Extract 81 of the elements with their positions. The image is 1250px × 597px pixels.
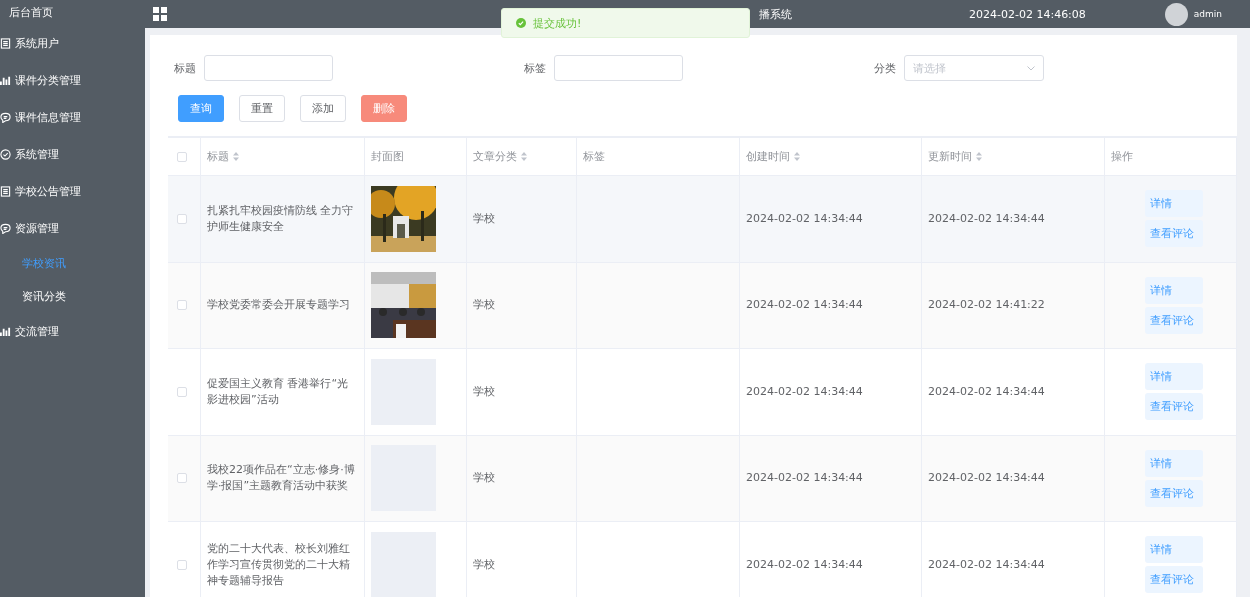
filter-label: 标题	[174, 60, 196, 76]
checkbox[interactable]	[177, 151, 187, 162]
action-button[interactable]: 查询	[178, 95, 224, 122]
menu-item[interactable]: 课件信息管理	[0, 99, 145, 136]
table-cell: 学校	[473, 297, 495, 314]
table-cell: 学校	[473, 470, 495, 487]
bar-chart-icon	[0, 75, 11, 86]
table-cell: 2024-02-02 14:41:22	[928, 297, 1045, 314]
row-action-button[interactable]: 详情	[1145, 536, 1203, 564]
sort-icon[interactable]	[794, 152, 800, 161]
submenu-item[interactable]: 资讯分类	[0, 280, 145, 313]
input-field[interactable]	[554, 55, 683, 81]
sort-icon[interactable]	[976, 152, 982, 161]
row-action-button[interactable]: 查看评论	[1145, 393, 1203, 421]
table-cell: 2024-02-02 14:34:44	[746, 556, 863, 573]
table-cell: 学校	[473, 210, 495, 227]
column-header: 封面图	[371, 148, 404, 165]
menu-item[interactable]: 交流管理	[0, 313, 145, 350]
checkbox[interactable]	[177, 300, 187, 311]
action-button[interactable]: 删除	[361, 95, 407, 122]
action-button[interactable]: 重置	[239, 95, 285, 122]
row-action-button[interactable]: 查看评论	[1145, 220, 1203, 248]
row-action-button[interactable]: 查看评论	[1145, 479, 1203, 507]
row-action-button[interactable]: 详情	[1145, 363, 1203, 391]
table-cell: 2024-02-02 14:34:44	[746, 297, 863, 314]
menu-item[interactable]: 系统用户	[0, 25, 145, 62]
row-action-button[interactable]: 详情	[1145, 449, 1203, 477]
menu-item[interactable]: 系统管理	[0, 136, 145, 173]
grid-icon[interactable]	[153, 7, 167, 21]
checkbox[interactable]	[177, 473, 187, 484]
column-header: 操作	[1111, 148, 1133, 165]
menu-item[interactable]: 后台首页	[0, 0, 145, 25]
column-header: 创建时间	[746, 148, 790, 165]
column-header: 更新时间	[928, 148, 972, 165]
column-header: 文章分类	[473, 148, 517, 165]
row-action-button[interactable]: 查看评论	[1145, 566, 1203, 594]
table-cell: 学校党委常委会开展专题学习	[207, 297, 350, 314]
row-action-button[interactable]: 查看评论	[1145, 306, 1203, 334]
bar-chart-icon	[0, 326, 11, 337]
menu-item[interactable]: 资源管理	[0, 210, 145, 247]
table-cell: 2024-02-02 14:34:44	[746, 210, 863, 227]
table-cell-text: 促爱国主义教育 香港举行“光影进校园”活动	[207, 375, 350, 408]
table-cell: 学校	[473, 383, 495, 400]
row-action-button[interactable]: 详情	[1145, 276, 1203, 304]
chat-icon	[0, 112, 11, 123]
filter-label: 分类	[874, 60, 896, 76]
table-cell-text: 扎紧扎牢校园疫情防线 全力守护师生健康安全	[207, 202, 355, 235]
date-time: 2024-02-02 14:46:08	[969, 7, 1086, 21]
filter-label: 标签	[524, 60, 546, 76]
submenu-item[interactable]: 学校资讯	[0, 247, 145, 280]
table-cell: 2024-02-02 14:34:44	[928, 556, 1045, 573]
list-icon	[0, 186, 11, 197]
check-circle-icon	[0, 149, 11, 160]
table-cell: 2024-02-02 14:34:44	[746, 470, 863, 487]
column-header: 标题	[207, 148, 229, 165]
list-icon	[0, 38, 11, 49]
toast-message: 提交成功!	[533, 15, 582, 31]
menu-item[interactable]: 学校公告管理	[0, 173, 145, 210]
sort-icon[interactable]	[233, 152, 239, 161]
checkbox[interactable]	[177, 559, 187, 570]
row-action-button[interactable]: 详情	[1145, 190, 1203, 218]
sort-icon[interactable]	[521, 152, 527, 161]
input-field[interactable]	[204, 55, 333, 81]
system-title: 播系统	[759, 6, 792, 22]
table-cell: 学校	[473, 556, 495, 573]
table-cell: 2024-02-02 14:34:44	[928, 210, 1045, 227]
check-circle-icon	[516, 18, 526, 28]
chevron-down-icon	[1027, 65, 1035, 71]
avatar[interactable]	[1164, 2, 1188, 26]
table-cell-text: 我校22项作品在“立志·修身·博学·报国”主题教育活动中获奖	[207, 462, 356, 495]
column-header: 标签	[583, 148, 605, 165]
checkbox[interactable]	[177, 386, 187, 397]
chat-icon	[0, 223, 11, 234]
table-cell-text: 党的二十大代表、校长刘雅红作学习宣传贯彻党的二十大精神专题辅导报告	[207, 540, 351, 589]
action-button[interactable]: 添加	[300, 95, 346, 122]
username[interactable]: admin	[1193, 9, 1223, 19]
checkbox[interactable]	[177, 213, 187, 224]
menu-item[interactable]: 课件分类管理	[0, 62, 145, 99]
table-cell: 2024-02-02 14:34:44	[928, 470, 1045, 487]
table-cell: 2024-02-02 14:34:44	[928, 383, 1045, 400]
table-cell: 2024-02-02 14:34:44	[746, 383, 863, 400]
